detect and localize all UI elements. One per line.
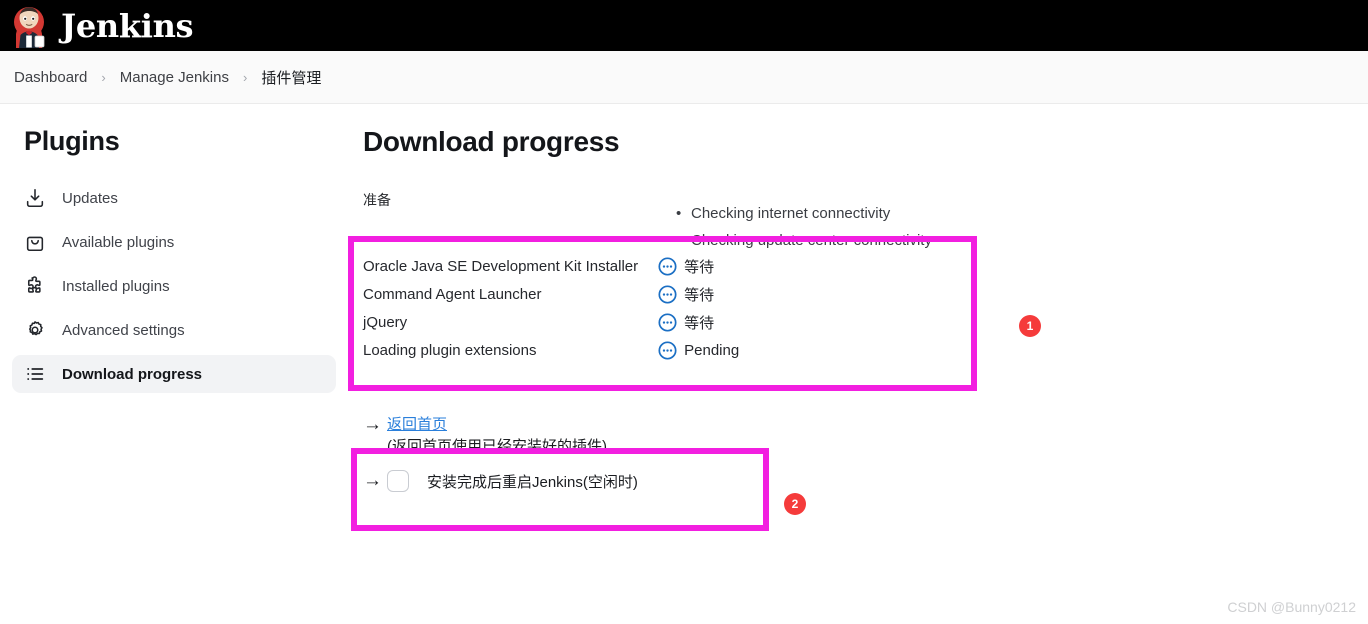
- restart-checkbox-label[interactable]: 安装完成后重启Jenkins(空闲时): [427, 471, 638, 492]
- status-badge: Pending: [684, 341, 740, 359]
- action-links: → 返回首页 (返回首页使用已经安装好的插件): [363, 414, 963, 462]
- sidebar-item-updates[interactable]: Updates: [12, 179, 336, 217]
- sidebar-item-download-progress[interactable]: Download progress: [12, 355, 336, 393]
- plugin-name: Loading plugin extensions: [363, 341, 537, 359]
- watermark: CSDN @Bunny0212: [1227, 599, 1356, 615]
- list-item: Checking update center connectivity: [676, 227, 932, 254]
- plugin-progress-table: Oracle Java SE Development Kit Installer…: [363, 252, 739, 364]
- arrow-right-icon: →: [363, 470, 382, 491]
- sidebar-item-available-plugins[interactable]: Available plugins: [12, 223, 336, 261]
- download-icon: [26, 188, 44, 208]
- gear-icon: [28, 321, 43, 336]
- main-content: Download progress 准备 Checking internet c…: [348, 104, 1368, 624]
- plugin-status: Pending: [658, 336, 739, 364]
- plugin-name: Command Agent Launcher: [363, 285, 542, 303]
- plugin-name: Oracle Java SE Development Kit Installer: [363, 257, 639, 275]
- pending-dots-icon: [658, 340, 677, 360]
- sidebar-item-label: Installed plugins: [62, 277, 170, 295]
- arrow-right-icon: →: [363, 414, 382, 435]
- shopping-bag-icon: [26, 236, 44, 252]
- plugin-status: 等待: [658, 280, 739, 308]
- status-badge: 等待: [684, 286, 715, 304]
- restart-when-idle-row[interactable]: → 安装完成后重启Jenkins(空闲时): [363, 470, 638, 492]
- go-home-description: (返回首页使用已经安装好的插件): [387, 438, 607, 455]
- restart-checkbox[interactable]: [387, 470, 409, 492]
- status-badge: 等待: [684, 314, 715, 332]
- pending-dots-icon: [658, 312, 677, 332]
- list-item: Checking internet connectivity: [676, 200, 932, 227]
- go-home-row: → 返回首页 (返回首页使用已经安装好的插件): [363, 414, 963, 458]
- go-home-link[interactable]: 返回首页: [387, 416, 447, 433]
- breadcrumb: Dashboard › Manage Jenkins › 插件管理: [0, 51, 1368, 104]
- annotation-badge-1: 1: [1019, 315, 1041, 337]
- page-title: Download progress: [363, 126, 620, 157]
- connectivity-check-list: Checking internet connectivity Checking …: [673, 200, 932, 254]
- table-row: Loading plugin extensions Pending: [363, 336, 739, 364]
- table-row: Oracle Java SE Development Kit Installer…: [363, 252, 739, 280]
- sidebar-item-label: Available plugins: [62, 233, 175, 251]
- breadcrumb-item-manage-jenkins[interactable]: Manage Jenkins: [120, 69, 229, 86]
- list-icon: [27, 367, 44, 381]
- app-header: Jenkins: [0, 0, 1368, 51]
- jenkins-butler-logo-icon[interactable]: [10, 4, 50, 48]
- sidebar: Plugins Updates Available plugins Instal…: [0, 104, 348, 624]
- breadcrumb-item-plugin-manager[interactable]: 插件管理: [261, 67, 321, 88]
- sidebar-item-label: Download progress: [62, 365, 203, 383]
- status-badge: 等待: [684, 258, 715, 276]
- breadcrumb-separator-icon: ›: [242, 69, 248, 85]
- table-row: jQuery 等待: [363, 308, 739, 336]
- plugin-name: jQuery: [363, 313, 408, 331]
- plugin-status: 等待: [658, 308, 739, 336]
- pending-dots-icon: [658, 256, 677, 276]
- puzzle-piece-icon: [27, 276, 41, 293]
- pending-dots-icon: [658, 284, 677, 304]
- brand-title[interactable]: Jenkins: [61, 10, 194, 42]
- sidebar-heading: Plugins: [24, 126, 120, 156]
- prepare-label: 准备: [363, 192, 391, 208]
- sidebar-item-installed-plugins[interactable]: Installed plugins: [12, 267, 336, 305]
- plugin-status: 等待: [658, 252, 739, 280]
- sidebar-item-advanced-settings[interactable]: Advanced settings: [12, 311, 336, 349]
- sidebar-item-label: Updates: [62, 189, 118, 207]
- breadcrumb-separator-icon: ›: [101, 69, 106, 85]
- sidebar-item-label: Advanced settings: [62, 321, 185, 339]
- breadcrumb-item-dashboard[interactable]: Dashboard: [14, 69, 87, 86]
- table-row: Command Agent Launcher 等待: [363, 280, 739, 308]
- annotation-badge-2: 2: [784, 493, 806, 515]
